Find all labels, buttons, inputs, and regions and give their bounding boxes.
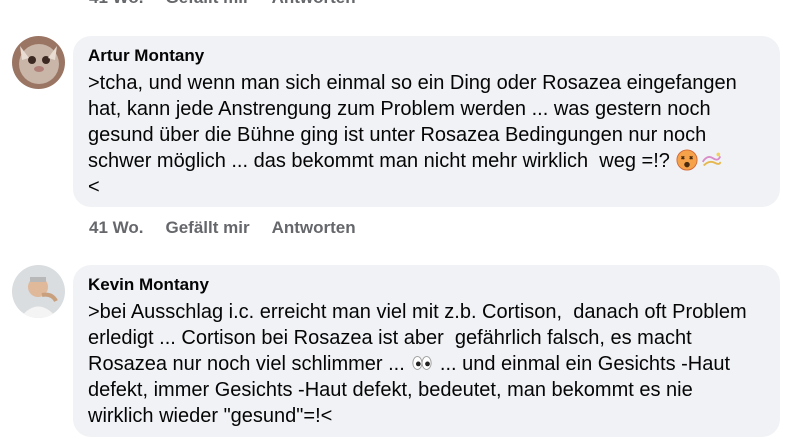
comment-text-part: >tcha, und wenn man sich einmal so ein D… <box>88 72 743 172</box>
comment-time[interactable]: 41 Wo. <box>89 218 143 238</box>
comment-bubble: Artur Montany >tcha, und wenn man sich e… <box>73 36 780 207</box>
comment-time[interactable]: 41 Wo. <box>89 0 143 8</box>
comment-text: >tcha, und wenn man sich einmal so ein D… <box>88 70 762 200</box>
avatar[interactable] <box>12 36 65 89</box>
comment-bubble: Kevin Montany >bei Ausschlag i.c. erreic… <box>73 265 780 437</box>
comment-actions: 41 Wo. Gefällt mir Antworten <box>89 218 356 238</box>
eyes-emoji <box>412 356 432 370</box>
avatar[interactable] <box>12 265 65 318</box>
like-button[interactable]: Gefällt mir <box>165 218 249 238</box>
comment-text: >bei Ausschlag i.c. erreicht man viel mi… <box>88 299 762 429</box>
like-button[interactable]: Gefällt mir <box>165 0 249 8</box>
previous-comment-actions: 41 Wo. Gefällt mir Antworten <box>89 0 356 8</box>
comment-author[interactable]: Kevin Montany <box>88 275 209 295</box>
dizzy-swirl-emoji <box>702 152 722 167</box>
comment-text-part: < <box>88 176 100 198</box>
dizzy-face-emoji <box>676 149 698 171</box>
comment-author[interactable]: Artur Montany <box>88 46 204 66</box>
reply-button[interactable]: Antworten <box>272 218 356 238</box>
reply-button[interactable]: Antworten <box>272 0 356 8</box>
